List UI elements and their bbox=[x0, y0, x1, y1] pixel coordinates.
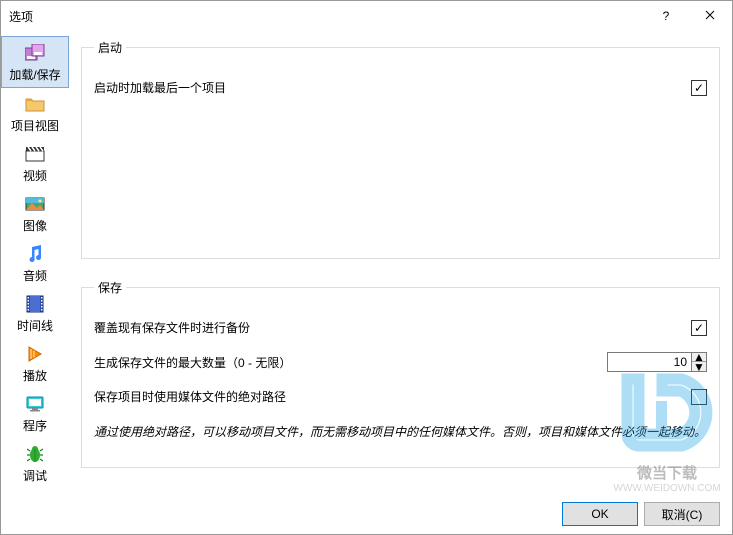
help-button[interactable]: ? bbox=[644, 1, 688, 31]
sidebar-item-label: 加载/保存 bbox=[9, 66, 60, 83]
sidebar-item-label: 调试 bbox=[23, 467, 47, 484]
titlebar: 选项 ? bbox=[1, 1, 732, 31]
music-note-icon bbox=[23, 242, 47, 266]
backup-on-overwrite-checkbox[interactable]: ✓ bbox=[691, 320, 707, 336]
sidebar-item-project-view[interactable]: 项目视图 bbox=[1, 88, 69, 138]
window-title: 选项 bbox=[9, 8, 644, 25]
sidebar-item-timeline[interactable]: 时间线 bbox=[1, 288, 69, 338]
absolute-paths-label: 保存项目时使用媒体文件的绝对路径 bbox=[94, 388, 691, 405]
load-last-project-checkbox[interactable]: ✓ bbox=[691, 80, 707, 96]
close-icon bbox=[705, 9, 715, 23]
floppy-icon bbox=[23, 41, 47, 65]
dialog-footer: OK 取消(C) bbox=[562, 502, 720, 526]
sidebar-item-label: 音频 bbox=[23, 267, 47, 284]
close-button[interactable] bbox=[688, 1, 732, 31]
sidebar-item-load-save[interactable]: 加载/保存 bbox=[1, 36, 69, 88]
bug-icon bbox=[23, 442, 47, 466]
save-legend: 保存 bbox=[94, 279, 126, 296]
check-icon: ✓ bbox=[694, 322, 704, 334]
spinner-down-button[interactable]: ▼ bbox=[692, 362, 706, 371]
help-icon: ? bbox=[663, 9, 670, 23]
filmstrip-icon bbox=[23, 292, 47, 316]
sidebar-item-label: 图像 bbox=[23, 217, 47, 234]
max-saves-spinner[interactable]: ▲ ▼ bbox=[607, 352, 707, 372]
sidebar-item-program[interactable]: 程序 bbox=[1, 388, 69, 438]
chevron-down-icon: ▼ bbox=[693, 360, 705, 374]
backup-on-overwrite-label: 覆盖现有保存文件时进行备份 bbox=[94, 319, 691, 336]
main-panel: 启动 启动时加载最后一个项目 ✓ 保存 覆盖现有保存文件时进行备份 ✓ 生成保存… bbox=[69, 31, 732, 489]
sidebar-item-label: 项目视图 bbox=[11, 117, 59, 134]
sidebar-item-debug[interactable]: 调试 bbox=[1, 438, 69, 488]
sidebar-item-playback[interactable]: 播放 bbox=[1, 338, 69, 388]
load-last-project-label: 启动时加载最后一个项目 bbox=[94, 79, 691, 96]
folder-icon bbox=[23, 92, 47, 116]
sidebar-item-label: 视频 bbox=[23, 167, 47, 184]
max-saves-label: 生成保存文件的最大数量（0 - 无限） bbox=[94, 354, 607, 371]
ok-button[interactable]: OK bbox=[562, 502, 638, 526]
sidebar-item-video[interactable]: 视频 bbox=[1, 138, 69, 188]
check-icon: ✓ bbox=[694, 82, 704, 94]
monitor-icon bbox=[23, 392, 47, 416]
sidebar: 加载/保存 项目视图 视频 图像 音频 bbox=[1, 31, 69, 489]
cancel-button[interactable]: 取消(C) bbox=[644, 502, 720, 526]
sidebar-item-label: 时间线 bbox=[17, 317, 53, 334]
absolute-paths-checkbox[interactable] bbox=[691, 389, 707, 405]
absolute-paths-note: 通过使用绝对路径，可以移动项目文件，而无需移动项目中的任何媒体文件。否则，项目和… bbox=[94, 413, 707, 452]
sidebar-item-audio[interactable]: 音频 bbox=[1, 238, 69, 288]
sidebar-item-image[interactable]: 图像 bbox=[1, 188, 69, 238]
sidebar-item-label: 播放 bbox=[23, 367, 47, 384]
sidebar-item-label: 程序 bbox=[23, 417, 47, 434]
max-saves-input[interactable] bbox=[607, 352, 692, 372]
startup-legend: 启动 bbox=[94, 39, 126, 56]
save-group: 保存 覆盖现有保存文件时进行备份 ✓ 生成保存文件的最大数量（0 - 无限） ▲… bbox=[81, 279, 720, 468]
clapperboard-icon bbox=[23, 142, 47, 166]
play-icon bbox=[23, 342, 47, 366]
picture-icon bbox=[23, 192, 47, 216]
startup-group: 启动 启动时加载最后一个项目 ✓ bbox=[81, 39, 720, 259]
